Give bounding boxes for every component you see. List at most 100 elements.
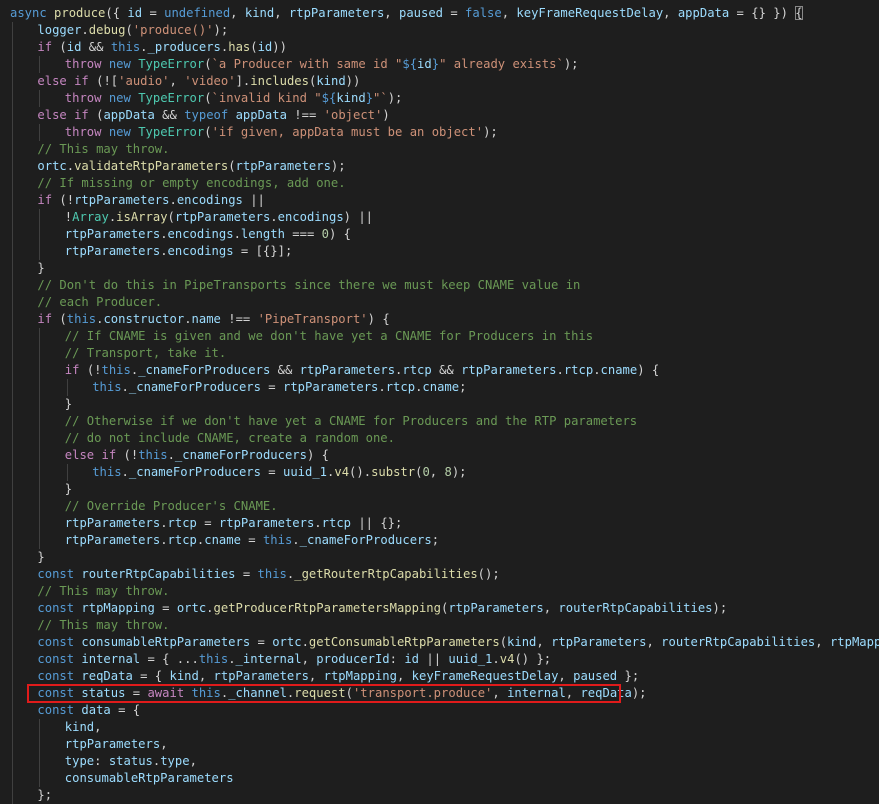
code-token: if [37, 312, 53, 326]
code-token: (). [349, 465, 372, 479]
code-token: ({ [105, 6, 128, 20]
code-token: this [257, 567, 287, 581]
code-token: data [81, 703, 111, 717]
code-token: ) || [343, 210, 374, 224]
code-token: internal [81, 652, 141, 666]
code-token: producerId [316, 652, 390, 666]
code-token: = [235, 567, 258, 581]
code-token: rtpMapping [323, 669, 397, 683]
code-line: else if (appData && typeof appData !== '… [37, 107, 389, 124]
code-token: type [160, 754, 190, 768]
code-token: )) [272, 40, 287, 54]
code-token: rtpParameters [64, 516, 161, 530]
code-token: . [160, 516, 168, 530]
code-token: !== [286, 108, 324, 122]
code-token: `a Producer with same id " [211, 57, 403, 71]
code-token: _cnameForProducers [138, 363, 271, 377]
code-line: const reqData = { kind, rtpParameters, r… [37, 668, 639, 685]
code-token: ( [88, 108, 104, 122]
code-token: , [274, 6, 289, 20]
code-line: async produce({ id = undefined, kind, rt… [10, 5, 803, 22]
code-token: ) { [367, 312, 390, 326]
code-token: new [108, 57, 131, 71]
code-line: if (!rtpParameters.encodings || [37, 192, 265, 209]
indent-guide [39, 90, 41, 107]
code-token: , [429, 465, 445, 479]
code-token: ; [459, 380, 467, 394]
code-token: uuid_1 [448, 652, 493, 666]
code-line: if (!this. _cnameForProducers && rtpParam… [65, 362, 659, 379]
code-token: rtpParameters [64, 737, 161, 751]
code-line: ortc.validateRtpParameters(rtpParameters… [37, 158, 345, 175]
code-token: kind [336, 91, 366, 105]
code-token: ) { [306, 448, 329, 462]
code-token: . [378, 380, 386, 394]
code-token: , [169, 74, 185, 88]
code-token: const [37, 601, 75, 615]
code-token: = [260, 465, 283, 479]
code-token: !== [220, 312, 258, 326]
code-line: type: status.type, [65, 753, 197, 770]
code-token: ); [387, 91, 403, 105]
code-line: throw new TypeError(`a Producer with sam… [65, 56, 579, 73]
code-token: ( [52, 312, 67, 326]
code-token: (! [116, 448, 139, 462]
code-line: else if (!['audio', 'video'].includes(ki… [37, 73, 360, 90]
code-token: this [92, 380, 122, 394]
code-token: consumableRtpParameters [64, 771, 234, 785]
code-token: if [74, 108, 89, 122]
code-token: name [191, 312, 221, 326]
code-token: 'video' [184, 74, 236, 88]
code-token: && [154, 108, 185, 122]
code-line: // Transport, take it. [65, 345, 226, 362]
code-line: } [65, 481, 72, 498]
code-token: . [556, 363, 564, 377]
code-token: "` [373, 91, 388, 105]
code-token: routerRtpCapabilities [81, 567, 236, 581]
code-token: ( [250, 40, 258, 54]
code-token: (![ [88, 74, 119, 88]
code-token: reqData [580, 686, 632, 700]
code-token: ); [483, 125, 498, 139]
code-token: , [160, 737, 168, 751]
code-token: TypeError [138, 91, 205, 105]
code-token: // If missing or empty encodings, add on… [37, 176, 346, 190]
code-token: rtpParameters [288, 6, 385, 20]
indent-guide [39, 209, 41, 260]
code-token: . [184, 312, 192, 326]
code-line: else if (!this._cnameForProducers) { [65, 447, 329, 464]
code-token: const [37, 686, 75, 700]
code-token: rtpParameters [174, 210, 271, 224]
code-token: isArray [116, 210, 168, 224]
code-token: encodings [277, 210, 344, 224]
code-token: // Otherwise if we don't have yet a CNAM… [64, 414, 638, 428]
code-token: && [431, 363, 462, 377]
code-token: } [37, 261, 45, 275]
code-token: rtpParameters [235, 159, 331, 173]
code-token: 'if given, appData must be an object' [211, 125, 484, 139]
code-token: = [250, 635, 273, 649]
code-token: this [92, 465, 122, 479]
code-token: rtcp [321, 516, 351, 530]
code-token: . [121, 380, 129, 394]
code-token: ]. [235, 74, 251, 88]
code-token: rtpMapping [81, 601, 155, 615]
code-editor[interactable]: async produce({ id = undefined, kind, rt… [0, 0, 879, 804]
code-token: = { ... [140, 652, 199, 666]
code-token: ); [712, 601, 728, 615]
code-token: rtpParameters [213, 669, 309, 683]
code-token: // If CNAME is given and we don't have y… [64, 329, 594, 343]
code-token: routerRtpCapabilities [661, 635, 816, 649]
code-token: async [10, 6, 47, 20]
code-token: = [443, 6, 466, 20]
code-token: includes [250, 74, 309, 88]
code-token: const [37, 635, 75, 649]
code-token: , [492, 686, 508, 700]
code-token: = [260, 380, 283, 394]
code-token: // This may throw. [37, 142, 170, 156]
code-token: _getRouterRtpCapabilities [294, 567, 478, 581]
code-token: this [101, 363, 131, 377]
